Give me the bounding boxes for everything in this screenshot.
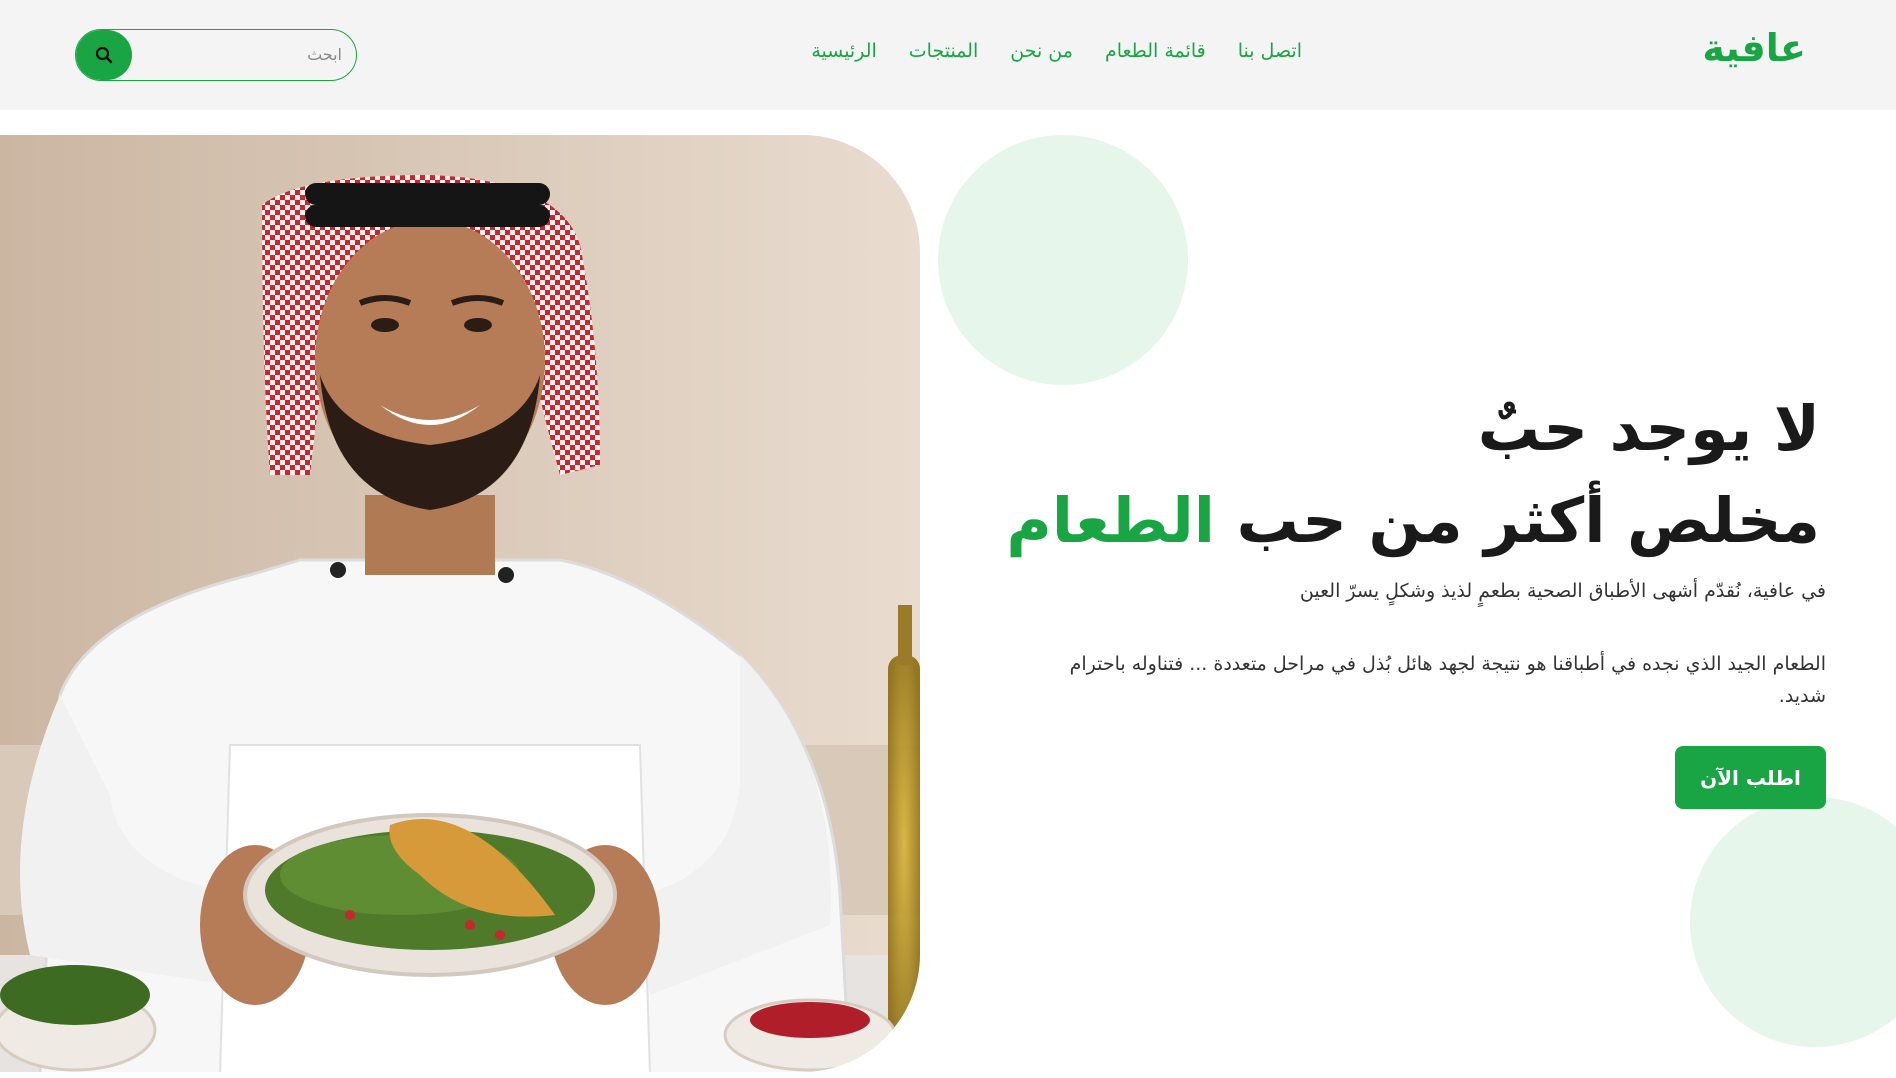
hero-chef-image <box>0 135 920 1072</box>
search-box <box>75 29 357 81</box>
nav-item-home[interactable]: الرئيسية <box>811 40 876 62</box>
order-now-button[interactable]: اطلب الآن <box>1675 746 1826 809</box>
main-nav: الرئيسية المنتجات من نحن قائمة الطعام ات… <box>811 40 1302 62</box>
nav-item-menu[interactable]: قائمة الطعام <box>1105 40 1206 62</box>
headline-line-2: مخلص أكثر من حب <box>1236 484 1820 557</box>
headline-line-1: لا يوجد حبٌ <box>1477 392 1820 465</box>
nav-item-about[interactable]: من نحن <box>1010 40 1073 62</box>
hero-headline: لا يوجد حبٌ مخلص أكثر من حب الطعام <box>960 383 1820 567</box>
search-input[interactable] <box>136 30 348 79</box>
search-icon <box>95 46 113 64</box>
headline-accent-word: الطعام <box>1006 484 1215 557</box>
hero-body-text: الطعام الجيد الذي نجده في أطباقنا هو نتي… <box>1069 653 1826 707</box>
decorative-circle-bottom <box>1690 797 1896 1047</box>
nav-item-contact[interactable]: اتصل بنا <box>1238 40 1302 62</box>
nav-item-products[interactable]: المنتجات <box>909 40 978 62</box>
decorative-circle-top <box>938 135 1188 385</box>
brand-logo[interactable]: عافية <box>1702 26 1806 70</box>
hero-lead-text: في عافية، نُقدّم أشهى الأطباق الصحية بطع… <box>1299 580 1826 602</box>
top-navbar: عافية الرئيسية المنتجات من نحن قائمة الط… <box>0 0 1896 110</box>
search-button[interactable] <box>76 30 132 80</box>
